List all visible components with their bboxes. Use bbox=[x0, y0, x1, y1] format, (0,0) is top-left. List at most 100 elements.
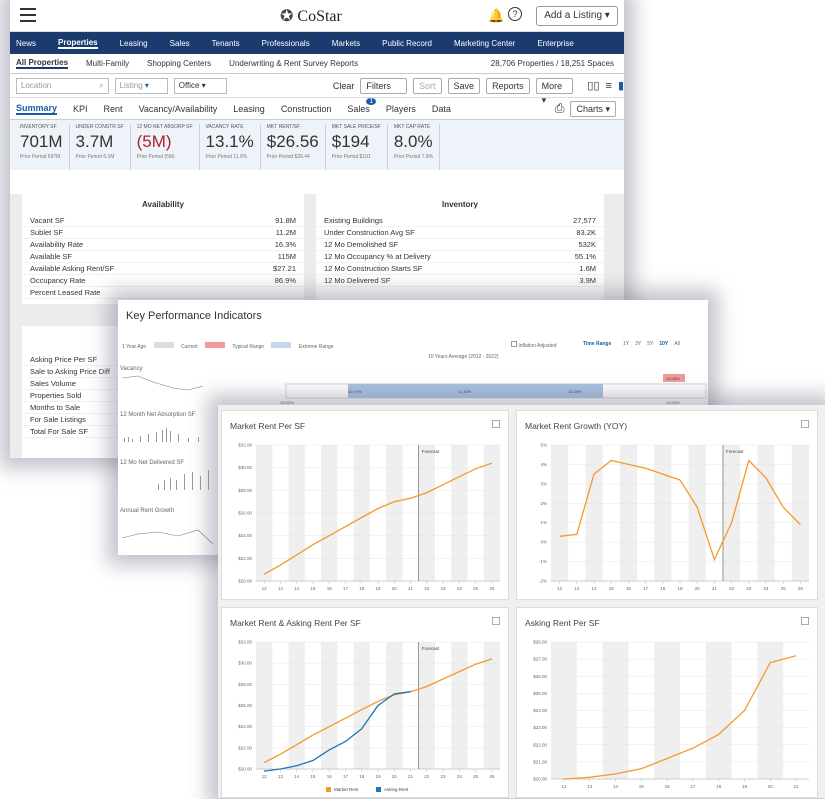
location-input[interactable]: Location ⌕ bbox=[16, 77, 109, 94]
tab-vacancy-availability[interactable]: Vacancy/Availability bbox=[139, 104, 218, 114]
bell-icon[interactable]: 🔔 bbox=[488, 8, 504, 24]
tab-kpi[interactable]: KPI bbox=[73, 104, 88, 114]
row-label: Existing Buildings bbox=[324, 216, 383, 225]
subnav-underwriting[interactable]: Underwriting & Rent Survey Reports bbox=[229, 59, 358, 68]
save-button[interactable]: Save bbox=[447, 77, 481, 94]
nav-item-tenants[interactable]: Tenants bbox=[212, 39, 240, 48]
x-tick-label: 25 bbox=[473, 774, 479, 779]
row-label: For Sale Listings bbox=[30, 415, 86, 424]
range-all[interactable]: All bbox=[674, 341, 680, 347]
nav-item-leasing[interactable]: Leasing bbox=[120, 39, 148, 48]
rent-growth-card: Market Rent Growth (YOY) -2% -1% 0% 1% 2% 3% 4… bbox=[516, 410, 818, 600]
expand-icon[interactable] bbox=[492, 617, 500, 625]
x-tick-label: 24 bbox=[763, 586, 769, 591]
inventory-title: Inventory bbox=[441, 200, 478, 209]
asking-rent-chart: $20.00 $21.00 $22.00 $23.00 $24.00 $25.00 $26.… bbox=[533, 640, 809, 789]
tab-rent[interactable]: Rent bbox=[104, 104, 123, 114]
row-label: Months to Sale bbox=[30, 403, 81, 412]
top-bar: ✪ CoStar 🔔 ? Add a Listing ▾ bbox=[10, 0, 624, 32]
forecast-label: Forecast bbox=[422, 449, 440, 454]
subnav-multi-family[interactable]: Multi-Family bbox=[86, 59, 129, 68]
inflation-toggle[interactable]: Inflation Adjusted bbox=[511, 341, 556, 349]
x-tick-label: 15 bbox=[310, 586, 316, 591]
kpi-prior: Prior Period $26.44 bbox=[266, 154, 310, 160]
nav-item-sales[interactable]: Sales bbox=[170, 39, 190, 48]
subnav-all-properties[interactable]: All Properties bbox=[16, 58, 69, 69]
nav-item-news[interactable]: News bbox=[16, 39, 36, 48]
forecast-label: Forecast bbox=[726, 449, 744, 454]
nav-item-markets[interactable]: Markets bbox=[332, 39, 360, 48]
charts-window: Market Rent Per SF $20.00 $22.00 $24.00 $26… bbox=[218, 405, 825, 798]
list-view-icon[interactable]: ≡ bbox=[606, 80, 612, 92]
kpi-window-title: Key Performance Indicators bbox=[126, 310, 262, 322]
expand-icon[interactable] bbox=[801, 420, 809, 428]
y-tick-label: $20.00 bbox=[238, 579, 252, 584]
tab-data[interactable]: Data bbox=[432, 104, 451, 114]
filters-button[interactable]: Filters 1 bbox=[360, 77, 408, 105]
add-listing-button[interactable]: Add a Listing ▾ bbox=[536, 6, 618, 26]
expand-icon[interactable] bbox=[801, 617, 809, 625]
more-button[interactable]: More ▾ bbox=[535, 77, 574, 105]
x-tick-label: 26 bbox=[489, 586, 495, 591]
y-tick-label: $25.00 bbox=[533, 691, 547, 696]
range-5y[interactable]: 5Y bbox=[647, 341, 653, 347]
x-tick-label: 17 bbox=[690, 784, 696, 789]
tab-sales[interactable]: Sales bbox=[347, 104, 370, 114]
x-tick-label: 16 bbox=[327, 774, 333, 779]
x-tick-label: 19 bbox=[677, 586, 683, 591]
kpi-value: 3.7M bbox=[75, 132, 114, 151]
range-10y[interactable]: 10Y bbox=[659, 341, 668, 347]
range-1y[interactable]: 1Y bbox=[623, 341, 629, 347]
row-label: Available SF bbox=[30, 252, 72, 261]
expand-icon[interactable] bbox=[492, 420, 500, 428]
help-icon[interactable]: ? bbox=[508, 7, 522, 21]
vacancy-val-4: 12.88% bbox=[593, 375, 607, 380]
table-row: Under Construction Avg SF 83.2K bbox=[316, 227, 604, 239]
nav-item-properties[interactable]: Properties bbox=[58, 38, 98, 49]
chart-view-icon[interactable]: ▮ bbox=[618, 79, 624, 92]
x-tick-label: 20 bbox=[695, 586, 701, 591]
tab-leasing[interactable]: Leasing bbox=[233, 104, 265, 114]
row-label: Under Construction Avg SF bbox=[324, 228, 415, 237]
office-select[interactable]: Office ▾ bbox=[173, 77, 227, 94]
tab-construction[interactable]: Construction bbox=[281, 104, 332, 114]
sort-button[interactable]: Sort bbox=[413, 77, 442, 94]
nav-item-professionals[interactable]: Professionals bbox=[262, 39, 310, 48]
y-tick-label: $27.00 bbox=[533, 657, 547, 662]
row-value: 1.6M bbox=[579, 264, 596, 273]
tab-summary[interactable]: Summary bbox=[16, 103, 58, 115]
charts-button[interactable]: Charts ▾ bbox=[570, 100, 616, 117]
print-icon[interactable]: ⎙ bbox=[555, 101, 565, 116]
tab-players[interactable]: Players bbox=[386, 104, 416, 114]
range-3y[interactable]: 3Y bbox=[635, 341, 641, 347]
market-asking-rent-chart: $20.00 $22.00 $24.00 $26.00 $28.00 $30.00 $32.… bbox=[238, 640, 500, 792]
legend-label: Market Rent bbox=[334, 787, 359, 792]
x-tick-label: 12 bbox=[561, 784, 567, 789]
nav-item-marketing-center[interactable]: Marketing Center bbox=[454, 39, 515, 48]
y-tick-label: $22.00 bbox=[238, 745, 252, 750]
y-tick-label: $32.00 bbox=[238, 640, 252, 645]
clear-button[interactable]: Clear bbox=[333, 81, 355, 91]
toolbar: Location ⌕ Listing ▾ Office ▾ Clear Filt… bbox=[10, 74, 624, 105]
nav-item-public-record[interactable]: Public Record bbox=[382, 39, 432, 48]
x-tick-label: 16 bbox=[626, 586, 632, 591]
listing-select[interactable]: Listing ▾ bbox=[114, 77, 168, 94]
row-label: Properties Sold bbox=[30, 391, 82, 400]
y-tick-label: $24.00 bbox=[238, 724, 252, 729]
legend-typical: Typical Range bbox=[232, 344, 265, 350]
table-row: Months to Sale bbox=[22, 402, 122, 414]
table-row: Availability Rate 16.3% bbox=[22, 239, 304, 251]
subnav-shopping-centers[interactable]: Shopping Centers bbox=[147, 59, 211, 68]
main-nav: News Properties Leasing Sales Tenants Profess… bbox=[10, 32, 624, 54]
x-tick-label: 20 bbox=[392, 774, 398, 779]
x-tick-label: 24 bbox=[457, 586, 463, 591]
x-tick-label: 18 bbox=[660, 586, 666, 591]
map-view-icon[interactable]: ▯▯ bbox=[587, 79, 599, 92]
menu-icon[interactable] bbox=[20, 8, 36, 22]
row-value: 83.2K bbox=[576, 228, 596, 237]
nav-item-enterprise[interactable]: Enterprise bbox=[537, 39, 573, 48]
asking-rent-card: Asking Rent Per SF $20.00 $21.00 $22.00 $23… bbox=[516, 607, 818, 798]
y-tick-label: $28.00 bbox=[238, 488, 252, 493]
search-icon: ⌕ bbox=[99, 80, 104, 90]
reports-button[interactable]: Reports bbox=[486, 77, 530, 94]
